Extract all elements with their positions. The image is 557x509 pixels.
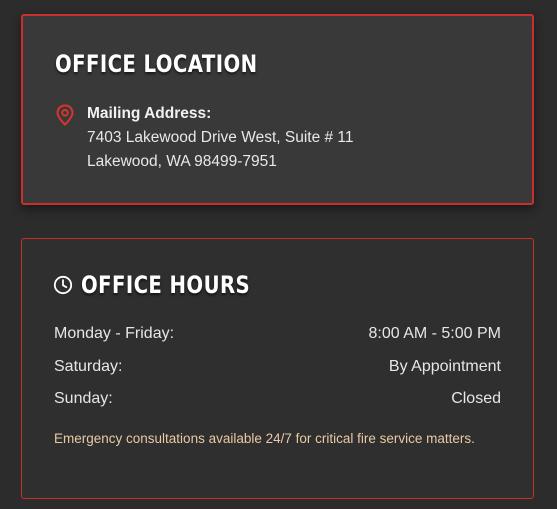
emergency-note: Emergency consultations available 24/7 f…: [54, 431, 475, 446]
address-line-1: 7403 Lakewood Drive West, Suite # 11: [87, 129, 354, 146]
hours-time: 8:00 AM - 5:00 PM: [368, 325, 501, 342]
hours-day: Monday - Friday:: [54, 325, 175, 342]
contact-info-page: OFFICE LOCATION Mailing Address: 7403 La…: [0, 0, 557, 509]
address-text: Mailing Address: 7403 Lakewood Drive Wes…: [87, 102, 354, 174]
office-location-card: OFFICE LOCATION Mailing Address: 7403 La…: [21, 14, 534, 205]
hours-row-saturday: Saturday: By Appointment: [54, 358, 501, 376]
office-hours-card: OFFICE HOURS Monday - Friday: 8:00 AM - …: [21, 238, 534, 499]
hours-time: Closed: [451, 390, 501, 407]
office-hours-header: OFFICE HOURS: [53, 271, 287, 299]
mailing-address-block: Mailing Address: 7403 Lakewood Drive Wes…: [55, 102, 354, 174]
hours-row-weekdays: Monday - Friday: 8:00 AM - 5:00 PM: [54, 325, 501, 343]
office-location-title: OFFICE LOCATION: [55, 50, 258, 78]
office-hours-title: OFFICE HOURS: [81, 271, 251, 299]
clock-icon: [53, 275, 73, 295]
hours-day: Sunday:: [54, 390, 113, 407]
hours-day: Saturday:: [54, 358, 123, 375]
address-line-2: Lakewood, WA 98499-7951: [87, 153, 277, 170]
hours-time: By Appointment: [388, 358, 501, 375]
hours-row-sunday: Sunday: Closed: [54, 390, 501, 408]
address-label: Mailing Address:: [87, 105, 212, 122]
map-pin-icon: [56, 104, 74, 126]
